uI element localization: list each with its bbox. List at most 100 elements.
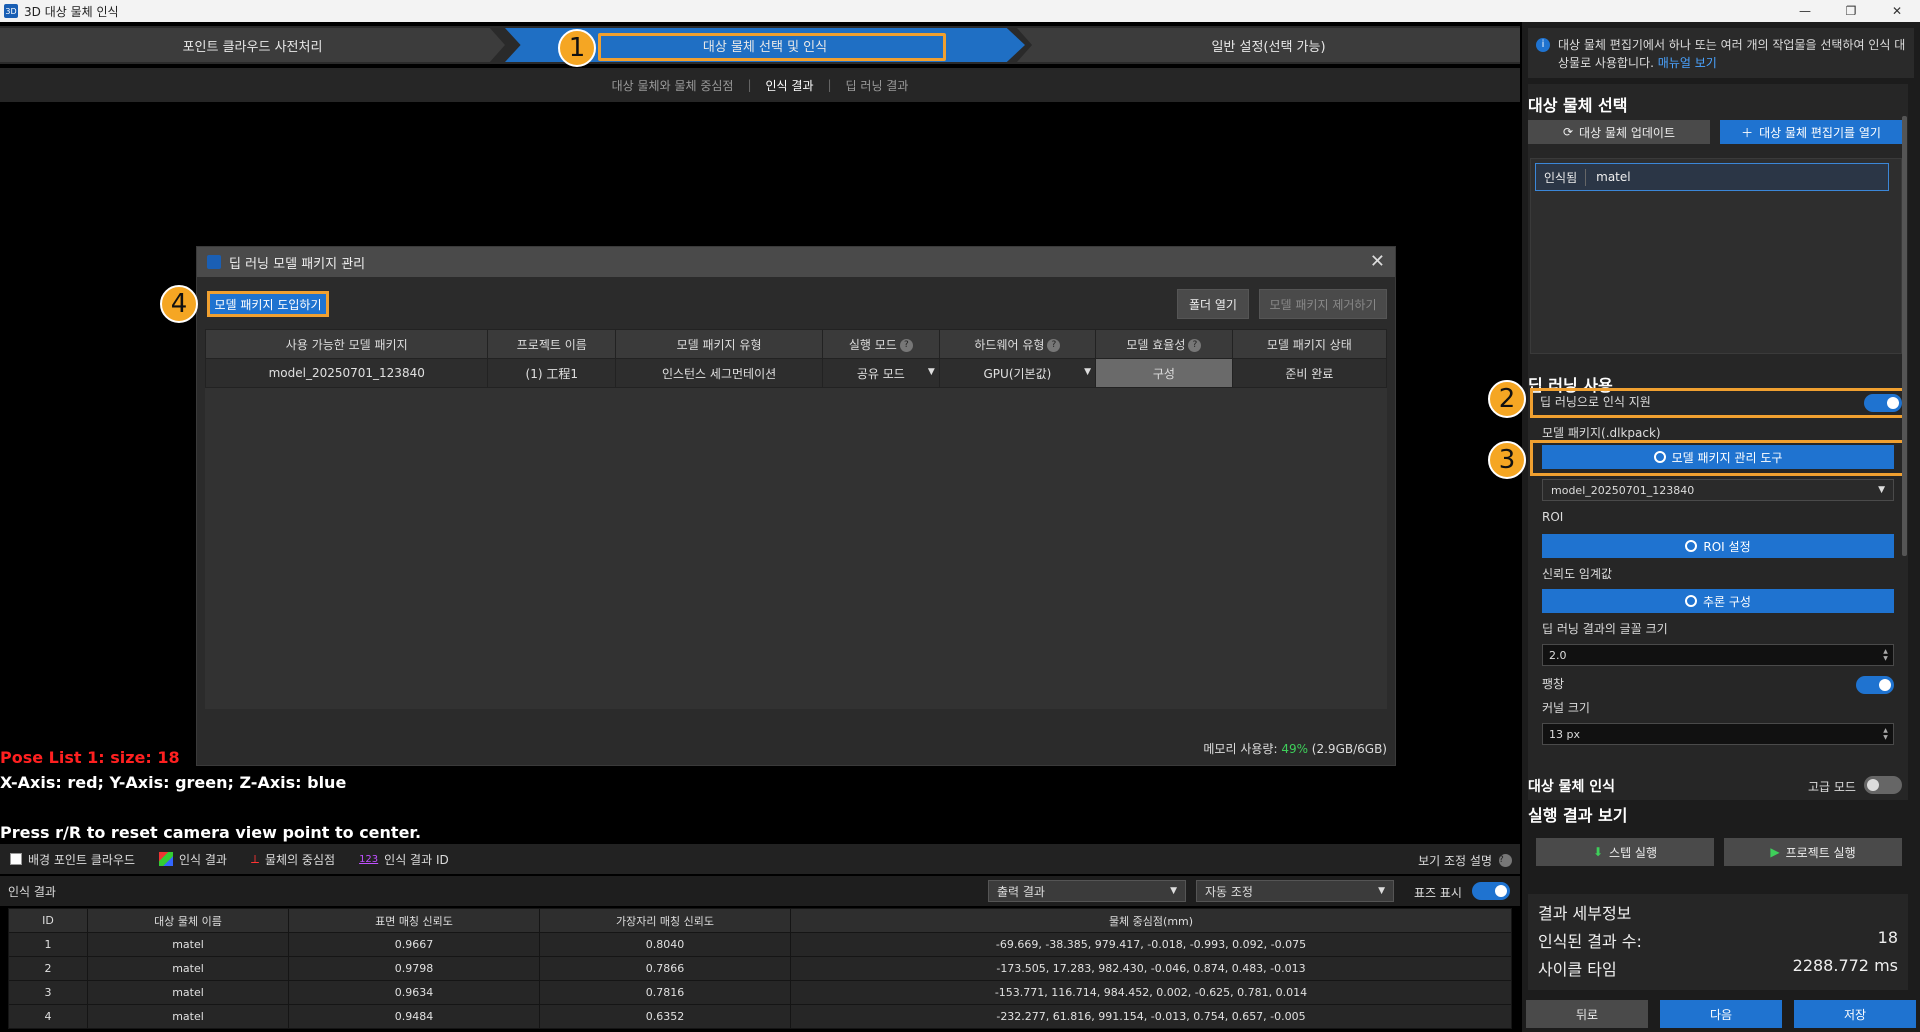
table-show-label: 표즈 표시: [1414, 886, 1462, 900]
dialog-close-icon[interactable]: ✕: [1370, 251, 1385, 272]
cell-id: 3: [8, 980, 88, 1005]
recognized-count-label: 인식된 결과 수:: [1538, 932, 1642, 951]
help-icon[interactable]: ?: [1499, 854, 1512, 867]
dilate-label: 팽창: [1542, 677, 1565, 691]
project-run-button[interactable]: ▶ 프로젝트 실행: [1724, 838, 1902, 866]
step-run-button[interactable]: ⬇ 스텝 실행: [1536, 838, 1714, 866]
kernel-size-label: 커널 크기: [1542, 701, 1590, 715]
view-help[interactable]: 보기 조정 설명?: [1418, 852, 1512, 869]
object-name: matel: [1596, 170, 1631, 184]
cell-id: 1: [8, 932, 88, 957]
plus-icon: ＋: [1741, 125, 1754, 140]
results-table: ID 대상 물체 이름 표면 매칭 신뢰도 가장자리 매칭 신뢰도 물체 중심점…: [8, 908, 1512, 1029]
cell-surface: 0.9798: [288, 956, 540, 981]
results-label: 인식 결과: [8, 884, 56, 899]
col-model-efficiency: 모델 효율성?: [1095, 329, 1233, 359]
manual-link[interactable]: 매뉴얼 보기: [1658, 56, 1717, 70]
tab-objects-centers[interactable]: 대상 물체와 물체 중심점: [612, 77, 734, 94]
open-editor-button[interactable]: ＋ 대상 물체 편집기를 열기: [1720, 120, 1902, 144]
col-object-center: 물체 중심점(mm): [790, 908, 1512, 933]
dilate-toggle[interactable]: [1856, 676, 1894, 694]
font-size-label: 딥 러닝 결과의 글꼴 크기: [1542, 622, 1668, 636]
package-name-cell: model_20250701_123840: [204, 358, 489, 388]
update-objects-button[interactable]: ⟳ 대상 물체 업데이트: [1528, 120, 1710, 144]
gear-icon: [1653, 451, 1666, 463]
object-selection-title: 대상 물체 선택: [1528, 96, 1628, 115]
axes-legend-text: X-Axis: red; Y-Axis: green; Z-Axis: blue: [0, 773, 347, 792]
view-toolbar: 배경 포인트 클라우드 인식 결과 ⟂ 물체의 중심점 123 인식 결과 ID 보…: [0, 844, 1520, 874]
panel-scrollbar[interactable]: [1902, 116, 1907, 556]
table-row[interactable]: 2 matel 0.9798 0.7866 -173.505, 17.283, …: [8, 956, 1512, 981]
minimize-button[interactable]: —: [1782, 0, 1828, 22]
memory-usage: 메모리 사용량: 49% (2.9GB/6GB): [1203, 742, 1387, 756]
sub-tabs: 대상 물체와 물체 중심점 | 인식 결과 | 딥 러닝 결과: [0, 68, 1520, 102]
col-run-mode: 실행 모드?: [822, 329, 940, 359]
table-row[interactable]: 1 matel 0.9667 0.8040 -69.669, -38.385, …: [8, 932, 1512, 957]
import-package-button[interactable]: 모델 패키지 도입하기: [207, 291, 329, 317]
close-window-button[interactable]: ✕: [1874, 0, 1920, 22]
table-row[interactable]: 4 matel 0.9484 0.6352 -232.277, 61.816, …: [8, 1004, 1512, 1029]
inference-config-button[interactable]: 추론 구성: [1542, 589, 1894, 613]
cell-surface: 0.9667: [288, 932, 540, 957]
list-item[interactable]: 인식됨 matel: [1535, 163, 1889, 191]
step-general-settings[interactable]: 일반 설정(선택 가능): [1017, 28, 1520, 62]
toggle-background-points[interactable]: 배경 포인트 클라우드: [10, 851, 135, 868]
font-size-stepper[interactable]: 2.0: [1542, 644, 1894, 666]
callout-badge-2: 2: [1488, 380, 1526, 418]
roi-settings-button[interactable]: ROI 설정: [1542, 534, 1894, 558]
run-mode-select[interactable]: 공유 모드: [822, 358, 940, 388]
toggle-result-ids[interactable]: 123 인식 결과 ID: [359, 851, 449, 868]
model-package-select[interactable]: model_20250701_123840: [1542, 479, 1894, 501]
maximize-button[interactable]: ❐: [1828, 0, 1874, 22]
remove-package-button[interactable]: 모델 패키지 제거하기: [1259, 289, 1387, 319]
table-show-toggle[interactable]: [1472, 882, 1510, 900]
help-icon[interactable]: ?: [899, 338, 913, 352]
open-folder-button[interactable]: 폴더 열기: [1177, 289, 1249, 319]
tab-recognition-results[interactable]: 인식 결과: [766, 77, 814, 94]
auto-adjust-select[interactable]: 자동 조정: [1196, 880, 1394, 902]
package-list-area: [205, 359, 1387, 709]
object-list: 인식됨 matel: [1530, 158, 1902, 354]
right-panel: i 대상 물체 편집기에서 하나 또는 여러 개의 작업물을 선택하여 인식 대…: [1522, 22, 1920, 1032]
dl-assist-toggle[interactable]: [1864, 394, 1902, 412]
recognized-count-value: 18: [1877, 928, 1898, 947]
info-box: i 대상 물체 편집기에서 하나 또는 여러 개의 작업물을 선택하여 인식 대…: [1528, 28, 1914, 78]
callout-badge-3: 3: [1488, 441, 1526, 479]
help-icon[interactable]: ?: [1047, 338, 1061, 352]
back-button[interactable]: 뒤로: [1526, 1000, 1648, 1028]
cell-name: matel: [87, 1004, 289, 1029]
next-button[interactable]: 다음: [1660, 1000, 1782, 1028]
table-row[interactable]: 3 matel 0.9634 0.7816 -153.771, 116.714,…: [8, 980, 1512, 1005]
cell-name: matel: [87, 956, 289, 981]
hardware-select[interactable]: GPU(기본값): [938, 358, 1097, 388]
col-package-status: 모델 패키지 상태: [1231, 329, 1388, 359]
cell-name: matel: [87, 980, 289, 1005]
save-button[interactable]: 저장: [1794, 1000, 1916, 1028]
model-package-label: 모델 패키지(.dlkpack): [1542, 426, 1661, 440]
package-tool-button[interactable]: 모델 패키지 관리 도구: [1542, 445, 1894, 469]
checkbox[interactable]: [10, 853, 22, 865]
cell-center: -153.771, 116.714, 984.452, 0.002, -0.62…: [790, 980, 1512, 1005]
cell-center: -69.669, -38.385, 979.417, -0.018, -0.99…: [790, 932, 1512, 957]
cell-edge: 0.8040: [539, 932, 791, 957]
help-icon[interactable]: ?: [1188, 338, 1202, 352]
configure-efficiency-button[interactable]: 구성: [1095, 358, 1233, 388]
advanced-mode-toggle[interactable]: [1864, 776, 1902, 794]
col-object-name: 대상 물체 이름: [87, 908, 289, 933]
tab-separator: |: [827, 78, 832, 92]
model-package-dialog: 딥 러닝 모델 패키지 관리 ✕ 모델 패키지 도입하기 폴더 열기 모델 패키…: [196, 246, 1396, 766]
advanced-mode-label: 고급 모드: [1808, 780, 1856, 794]
cell-surface: 0.9634: [288, 980, 540, 1005]
toggle-object-centers[interactable]: ⟂ 물체의 중심점: [251, 851, 335, 868]
kernel-size-stepper[interactable]: 13 px: [1542, 723, 1894, 745]
dialog-app-icon: [207, 255, 221, 269]
package-status-cell: 준비 완료: [1231, 358, 1388, 388]
dialog-header: 딥 러닝 모델 패키지 관리 ✕: [197, 247, 1395, 277]
cell-name: matel: [87, 932, 289, 957]
col-project-name: 프로젝트 이름: [487, 329, 617, 359]
tab-deep-learning-results[interactable]: 딥 러닝 결과: [846, 77, 909, 94]
table-row[interactable]: model_20250701_123840 (1) 工程1 인스턴스 세그먼테이…: [204, 358, 1388, 388]
toggle-recognition-results[interactable]: 인식 결과: [159, 851, 227, 868]
step-preprocess[interactable]: 포인트 클라우드 사전처리: [0, 28, 505, 62]
output-results-select[interactable]: 출력 결과: [988, 880, 1186, 902]
